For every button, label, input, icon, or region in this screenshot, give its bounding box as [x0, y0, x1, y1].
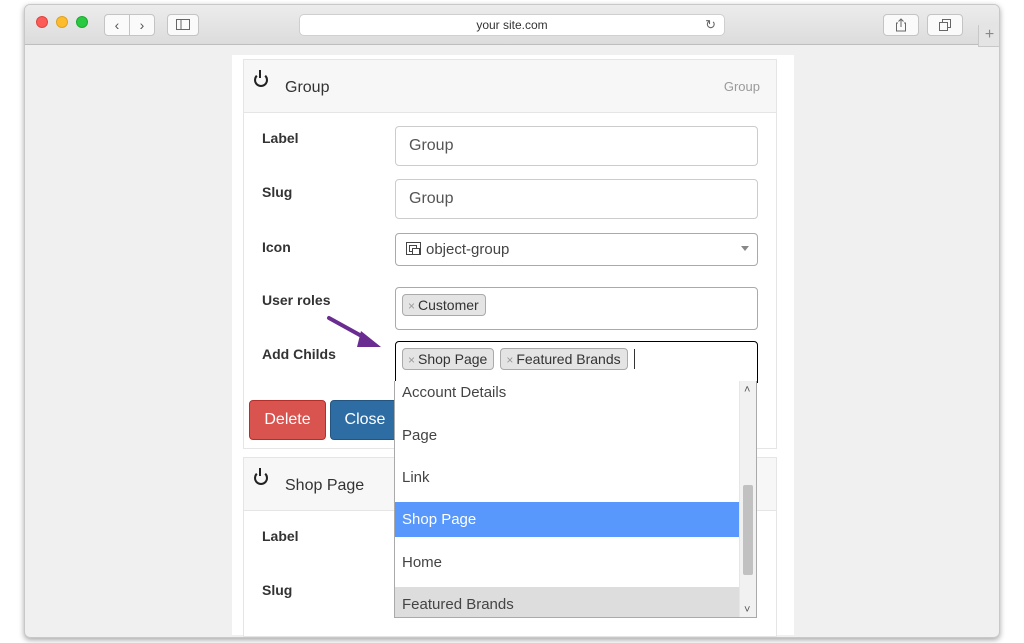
- tabs-overview-button[interactable]: [927, 14, 963, 36]
- dropdown-scrollbar[interactable]: ˄ ˅: [739, 381, 756, 617]
- close-button[interactable]: Close: [330, 400, 400, 440]
- scroll-up-icon[interactable]: ˄: [744, 384, 750, 396]
- add-childs-multiselect[interactable]: × Shop Page × Featured Brands: [395, 341, 758, 383]
- power-icon[interactable]: [254, 468, 268, 485]
- scroll-down-icon[interactable]: ˅: [744, 604, 750, 616]
- object-group-icon: [406, 242, 421, 255]
- slug-input[interactable]: Group: [395, 179, 758, 219]
- panel-type-tag: Group: [723, 79, 760, 94]
- label-input-value: Group: [409, 137, 454, 154]
- sidebar-icon: [176, 19, 190, 30]
- child-chip-label: Shop Page: [418, 351, 488, 367]
- chevron-left-icon: ‹: [114, 17, 120, 33]
- child-chip: × Featured Brands: [500, 348, 628, 370]
- user-roles-field-label: User roles: [262, 292, 331, 308]
- dropdown-option-highlighted[interactable]: Shop Page: [395, 502, 739, 537]
- label-field-label: Label: [262, 130, 299, 146]
- power-icon[interactable]: [254, 70, 268, 87]
- icon-field-label: Icon: [262, 239, 291, 255]
- browser-toolbar: ‹ › your site.com ↻ +: [25, 5, 999, 47]
- maximize-window-button[interactable]: [76, 16, 88, 28]
- dropdown-option[interactable]: Home: [395, 545, 739, 580]
- chevron-right-icon: ›: [139, 17, 145, 33]
- panel-title: Shop Page: [285, 477, 365, 494]
- slug-field-label: Slug: [262, 582, 293, 598]
- caret-down-icon: [741, 246, 749, 251]
- dropdown-option[interactable]: Link: [395, 460, 739, 495]
- slug-field-label: Slug: [262, 184, 293, 200]
- remove-chip-icon[interactable]: ×: [408, 299, 415, 313]
- new-tab-button[interactable]: +: [978, 25, 999, 47]
- minimize-window-button[interactable]: [56, 16, 68, 28]
- share-icon: [896, 18, 906, 32]
- icon-select[interactable]: object-group: [395, 233, 758, 266]
- annotation-arrow-icon: [327, 316, 381, 347]
- scrollbar-thumb[interactable]: [743, 485, 753, 575]
- user-roles-multiselect[interactable]: × Customer: [395, 287, 758, 330]
- child-chip: × Shop Page: [402, 348, 495, 370]
- sidebar-toggle-button[interactable]: [167, 14, 199, 36]
- role-chip-label: Customer: [418, 297, 479, 313]
- add-childs-dropdown: Account Details Page Link Shop Page Home…: [394, 381, 757, 618]
- remove-chip-icon[interactable]: ×: [408, 353, 415, 367]
- reload-icon[interactable]: ↻: [705, 15, 716, 35]
- address-text: your site.com: [476, 18, 548, 32]
- address-bar[interactable]: your site.com ↻: [299, 14, 725, 36]
- icon-select-value: object-group: [426, 241, 510, 258]
- panel-title: Group: [285, 79, 330, 96]
- delete-button[interactable]: Delete: [249, 400, 326, 440]
- child-chip-label: Featured Brands: [516, 351, 621, 367]
- remove-chip-icon[interactable]: ×: [506, 353, 513, 367]
- role-chip: × Customer: [402, 294, 486, 316]
- back-button[interactable]: ‹: [104, 14, 130, 36]
- slug-input-value: Group: [409, 190, 454, 207]
- panel-header[interactable]: Group Group: [244, 60, 776, 113]
- label-input[interactable]: Group: [395, 126, 758, 166]
- close-window-button[interactable]: [36, 16, 48, 28]
- browser-window: ‹ › your site.com ↻ + Group Group Label …: [24, 4, 1000, 638]
- plus-icon: +: [984, 26, 995, 43]
- dropdown-option[interactable]: Account Details: [395, 381, 739, 410]
- forward-button[interactable]: ›: [129, 14, 155, 36]
- tabs-icon: [938, 19, 951, 31]
- text-cursor: [633, 349, 635, 369]
- label-field-label: Label: [262, 528, 299, 544]
- dropdown-option[interactable]: Page: [395, 418, 739, 453]
- share-button[interactable]: [883, 14, 919, 36]
- dropdown-option-selected[interactable]: Featured Brands: [395, 587, 739, 617]
